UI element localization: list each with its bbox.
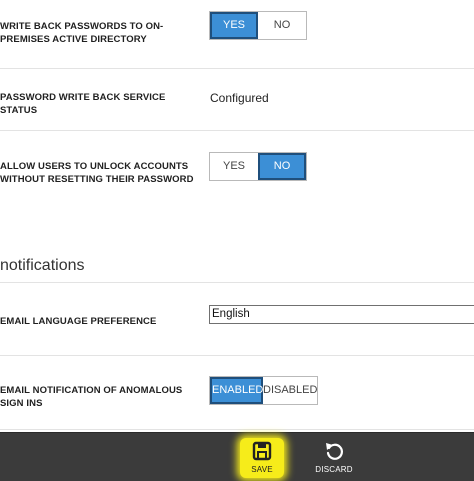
write-back-toggle: YES NO — [209, 11, 307, 40]
write-back-yes-button[interactable]: YES — [210, 12, 258, 39]
service-status-value: Configured — [210, 91, 269, 105]
command-bar: SAVE DISCARD — [0, 432, 474, 481]
unlock-accounts-yes-button[interactable]: YES — [210, 153, 258, 180]
discard-button[interactable]: DISCARD — [312, 438, 356, 478]
write-back-label: WRITE BACK PASSWORDS TO ON-PREMISES ACTI… — [0, 21, 164, 45]
save-label: SAVE — [251, 465, 273, 474]
divider — [0, 68, 474, 69]
write-back-no-button[interactable]: NO — [258, 12, 306, 39]
unlock-accounts-label: ALLOW USERS TO UNLOCK ACCOUNTS WITHOUT R… — [0, 161, 194, 185]
email-language-select[interactable]: English — [209, 305, 474, 324]
divider — [0, 429, 474, 430]
section-title-notifications: notifications — [0, 257, 85, 274]
divider — [0, 355, 474, 356]
divider — [0, 282, 474, 283]
save-icon — [252, 441, 272, 461]
anomalous-signins-enabled-button[interactable]: ENABLED — [210, 377, 263, 404]
undo-icon — [326, 443, 343, 460]
unlock-accounts-toggle: YES NO — [209, 152, 307, 181]
anomalous-signins-label: EMAIL NOTIFICATION OF ANOMALOUS SIGN INS — [0, 385, 183, 409]
email-language-label: EMAIL LANGUAGE PREFERENCE — [0, 316, 157, 327]
unlock-accounts-no-button[interactable]: NO — [258, 153, 306, 180]
save-button[interactable]: SAVE — [240, 438, 284, 478]
service-status-label: PASSWORD WRITE BACK SERVICE STATUS — [0, 92, 166, 116]
discard-label: DISCARD — [315, 465, 353, 474]
divider — [0, 130, 474, 131]
settings-page: WRITE BACK PASSWORDS TO ON-PREMISES ACTI… — [0, 0, 474, 432]
anomalous-signins-toggle: ENABLED DISABLED — [209, 376, 318, 405]
anomalous-signins-disabled-button[interactable]: DISABLED — [263, 377, 317, 404]
